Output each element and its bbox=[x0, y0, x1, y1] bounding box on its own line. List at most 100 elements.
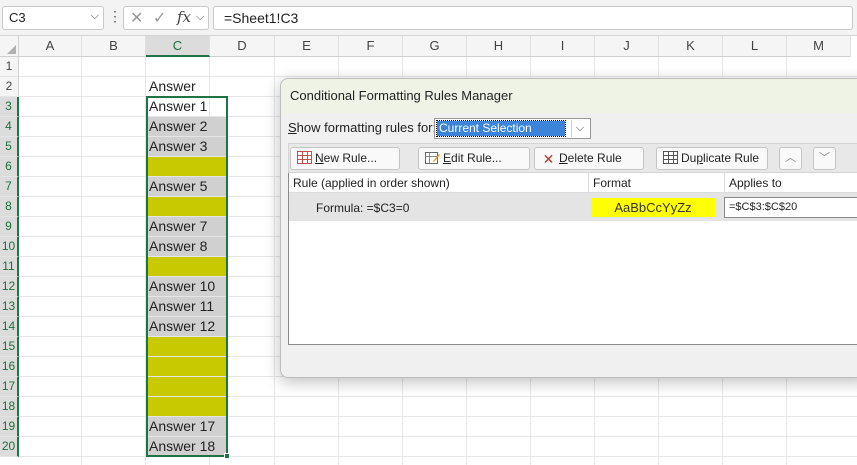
show-rules-label: Show formatting rules for: bbox=[288, 120, 437, 135]
row-header-5[interactable]: 5 bbox=[0, 137, 19, 157]
new-rule-button[interactable]: New Rule... bbox=[290, 147, 400, 170]
column-header-m[interactable]: M bbox=[787, 36, 851, 57]
row-header-14[interactable]: 14 bbox=[0, 317, 19, 337]
cell-c3[interactable]: Answer 1 bbox=[146, 97, 227, 117]
cell-c6[interactable] bbox=[146, 157, 227, 177]
applies-to-column-header: Applies to bbox=[725, 173, 857, 193]
move-down-button[interactable]: ﹀ bbox=[813, 147, 836, 170]
column-header-l[interactable]: L bbox=[723, 36, 787, 57]
show-rules-select[interactable]: Current Selection ⌵ bbox=[434, 118, 591, 139]
column-header-h[interactable]: H bbox=[467, 36, 531, 57]
cell-c20[interactable]: Answer 18 bbox=[146, 437, 227, 457]
delete-rule-label: Delete Rule bbox=[559, 151, 622, 165]
edit-rule-icon bbox=[425, 152, 440, 164]
column-header-c[interactable]: C bbox=[146, 36, 210, 57]
chevron-down-icon[interactable]: ⌵ bbox=[196, 11, 204, 24]
duplicate-rule-button[interactable]: Duplicate Rule bbox=[656, 147, 768, 170]
column-header-f[interactable]: F bbox=[339, 36, 403, 57]
cell-c14[interactable]: Answer 12 bbox=[146, 317, 227, 337]
more-options-icon[interactable]: ⋮ bbox=[108, 8, 122, 25]
rule-column-header: Rule (applied in order shown) bbox=[289, 173, 589, 193]
chevron-down-icon[interactable]: ⌵ bbox=[571, 120, 588, 137]
row-header-4[interactable]: 4 bbox=[0, 117, 19, 137]
delete-icon: ✕ bbox=[542, 151, 555, 167]
dialog-title: Conditional Formatting Rules Manager bbox=[281, 79, 857, 113]
cell-c4[interactable]: Answer 2 bbox=[146, 117, 227, 137]
row-header-12[interactable]: 12 bbox=[0, 277, 19, 297]
column-header-i[interactable]: I bbox=[531, 36, 595, 57]
cell-c18[interactable] bbox=[146, 397, 227, 417]
grid-line bbox=[19, 416, 857, 417]
duplicate-rule-label: Duplicate Rule bbox=[681, 151, 760, 165]
chevron-up-icon: ︿ bbox=[785, 152, 796, 164]
cell-c7[interactable]: Answer 5 bbox=[146, 177, 227, 197]
cell-c16[interactable] bbox=[146, 357, 227, 377]
new-rule-label: New Rule... bbox=[315, 151, 378, 165]
row-header-2[interactable]: 2 bbox=[0, 77, 19, 97]
cell-c17[interactable] bbox=[146, 377, 227, 397]
column-header-d[interactable]: D bbox=[210, 36, 275, 57]
name-box[interactable]: C3 ⌵ bbox=[2, 6, 104, 30]
delete-rule-button[interactable]: ✕ Delete Rule bbox=[534, 147, 644, 170]
grid-line bbox=[81, 57, 82, 465]
cancel-icon[interactable]: ✕ bbox=[130, 8, 143, 28]
rules-toolbar: New Rule... Edit Rule... ✕ Delete Rule Du… bbox=[288, 143, 857, 173]
formula-bar: C3 ⌵ ⋮ ✕ ✓ fx ⌵ =Sheet1!C3 bbox=[0, 0, 857, 36]
select-all-corner[interactable] bbox=[0, 36, 19, 57]
applies-to-input[interactable]: =$C$3:$C$20 bbox=[724, 197, 857, 218]
row-header-16[interactable]: 16 bbox=[0, 357, 19, 377]
insert-function-icon[interactable]: fx bbox=[177, 8, 191, 26]
row-header-11[interactable]: 11 bbox=[0, 257, 19, 277]
column-header-j[interactable]: J bbox=[595, 36, 659, 57]
row-header-18[interactable]: 18 bbox=[0, 397, 19, 417]
cell-c19[interactable]: Answer 17 bbox=[146, 417, 227, 437]
grid-line bbox=[274, 57, 275, 465]
fill-handle[interactable] bbox=[224, 453, 230, 459]
cell-c11[interactable] bbox=[146, 257, 227, 277]
column-header-b[interactable]: B bbox=[82, 36, 146, 57]
row-header-9[interactable]: 9 bbox=[0, 217, 19, 237]
row-header-13[interactable]: 13 bbox=[0, 297, 19, 317]
chevron-down-icon: ﹀ bbox=[819, 152, 830, 164]
row-header-7[interactable]: 7 bbox=[0, 177, 19, 197]
cell-c13[interactable]: Answer 11 bbox=[146, 297, 227, 317]
column-header-a[interactable]: A bbox=[19, 36, 82, 57]
row-header-20[interactable]: 20 bbox=[0, 437, 19, 457]
cell-c2[interactable]: Answer bbox=[146, 77, 227, 97]
rule-formula: Formula: =$C3=0 bbox=[316, 201, 410, 215]
row-header-6[interactable]: 6 bbox=[0, 157, 19, 177]
edit-rule-button[interactable]: Edit Rule... bbox=[418, 147, 530, 170]
column-header-e[interactable]: E bbox=[275, 36, 339, 57]
duplicate-rule-icon bbox=[663, 151, 678, 164]
cell-c9[interactable]: Answer 7 bbox=[146, 217, 227, 237]
chevron-down-icon[interactable]: ⌵ bbox=[91, 10, 99, 23]
grid-line bbox=[19, 396, 857, 397]
show-rules-label-text: how formatting rules for: bbox=[296, 120, 437, 135]
row-header-10[interactable]: 10 bbox=[0, 237, 19, 257]
formula-input[interactable]: =Sheet1!C3 bbox=[213, 6, 853, 30]
show-rules-value: Current Selection bbox=[436, 120, 566, 137]
conditional-formatting-dialog: Conditional Formatting Rules Manager Sho… bbox=[280, 78, 857, 378]
name-box-value: C3 bbox=[9, 10, 26, 25]
enter-icon[interactable]: ✓ bbox=[153, 8, 166, 28]
row-header-3[interactable]: 3 bbox=[0, 97, 19, 117]
cell-c8[interactable] bbox=[146, 197, 227, 217]
row-header-17[interactable]: 17 bbox=[0, 377, 19, 397]
column-header-g[interactable]: G bbox=[403, 36, 467, 57]
cell-c12[interactable]: Answer 10 bbox=[146, 277, 227, 297]
edit-rule-label: Edit Rule... bbox=[443, 151, 502, 165]
row-header-19[interactable]: 19 bbox=[0, 417, 19, 437]
formula-controls: ✕ ✓ fx ⌵ bbox=[123, 6, 209, 30]
format-preview: AaBbCcYyZz bbox=[591, 198, 715, 217]
row-header-8[interactable]: 8 bbox=[0, 197, 19, 217]
cell-c15[interactable] bbox=[146, 337, 227, 357]
rule-row[interactable]: Formula: =$C3=0 AaBbCcYyZz =$C$3:$C$20 bbox=[289, 193, 857, 221]
format-column-header: Format bbox=[589, 173, 725, 193]
row-header-15[interactable]: 15 bbox=[0, 337, 19, 357]
row-header-1[interactable]: 1 bbox=[0, 57, 19, 77]
column-header-k[interactable]: K bbox=[659, 36, 723, 57]
move-up-button[interactable]: ︿ bbox=[779, 147, 802, 170]
cell-c5[interactable]: Answer 3 bbox=[146, 137, 227, 157]
cell-c10[interactable]: Answer 8 bbox=[146, 237, 227, 257]
rules-table: Rule (applied in order shown) Format App… bbox=[288, 173, 857, 345]
